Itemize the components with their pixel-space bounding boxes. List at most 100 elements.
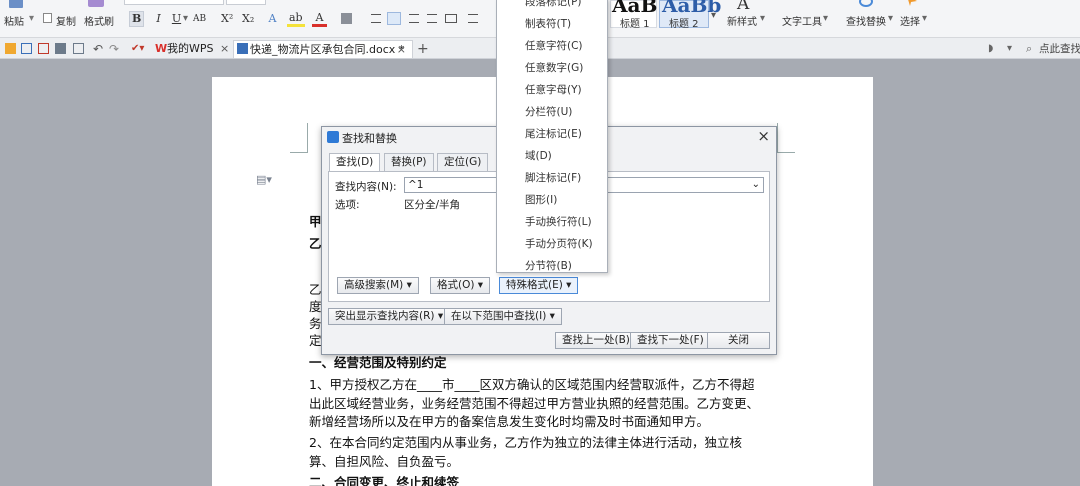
close-button[interactable]: 关闭 (707, 332, 770, 349)
brush-icon (88, 0, 104, 7)
menu-item-any-letter[interactable]: 任意字母(Y) (525, 82, 582, 97)
tab-document-close-icon[interactable]: × (397, 41, 406, 59)
underline-dropdown-icon[interactable]: ▾ (183, 13, 188, 24)
find-history-dropdown-icon[interactable]: ⌄ (752, 178, 760, 192)
menu-item-endnote-mark[interactable]: 尾注标记(E) (525, 126, 582, 141)
text-effect-button[interactable]: A (265, 11, 280, 27)
copy-button[interactable]: 复制 (56, 13, 76, 28)
menu-item-manual-line-break[interactable]: 手动换行符(L) (525, 214, 592, 229)
doc-paragraph-line: 1、甲方授权乙方在____市____区双方确认的区域范围内经营取派件，乙方不得超 (309, 377, 755, 392)
bold-button[interactable]: B (129, 11, 145, 27)
find-previous-button[interactable]: 查找上一处(B) (555, 332, 637, 349)
dialog-title: 查找和替换 (342, 132, 397, 145)
font-name-select[interactable] (124, 0, 224, 5)
open-folder-icon[interactable] (5, 43, 16, 54)
distribute-icon[interactable] (445, 14, 457, 23)
select-dropdown-icon[interactable]: ▾ (922, 13, 927, 24)
menu-item-column-break[interactable]: 分栏符(U) (525, 104, 572, 119)
options-label: 选项: (335, 199, 360, 211)
save-icon[interactable] (21, 43, 32, 54)
highlight-button[interactable]: ab (287, 11, 305, 27)
find-replace-icon[interactable] (859, 0, 873, 7)
dialog-close-icon[interactable]: × (757, 127, 770, 145)
find-replace-button[interactable]: 查找替换 (846, 13, 886, 28)
find-content-value: ^1 (408, 179, 424, 191)
menu-item-any-char[interactable]: 任意字符(C) (525, 38, 583, 53)
tab-document-label: 快递_物流片区承包合同.docx * (250, 43, 405, 56)
line-spacing-icon[interactable] (468, 14, 478, 23)
paste-icon[interactable] (9, 0, 23, 8)
menu-item-field[interactable]: 域(D) (525, 148, 552, 163)
styles-more-icon[interactable]: ▾ (711, 10, 716, 21)
special-format-menu: 段落标记(P) 制表符(T) 任意字符(C) 任意数字(G) 任意字母(Y) 分… (496, 0, 608, 273)
char-shading-icon[interactable] (341, 13, 352, 24)
style-heading2[interactable]: AaBb 标题 2 (659, 0, 721, 30)
justify-icon[interactable] (427, 14, 437, 23)
doc-paragraph-line: 算、自担风险、自负盈亏。 (309, 454, 460, 469)
find-in-range-button[interactable]: 在以下范围中查找(I) ▾ (444, 308, 562, 325)
add-tab-button[interactable]: + (414, 40, 429, 58)
new-style-dropdown-icon[interactable]: ▾ (760, 13, 765, 24)
doc-paragraph-line: 出此区域经营业务，业务经营范围不得超过甲方营业执照的经营范围。乙方变更、 (309, 396, 760, 411)
find-content-label: 查找内容(N): (335, 181, 397, 193)
doc-partial-line: 乙 (309, 236, 322, 251)
select-button[interactable]: 选择 (900, 13, 920, 28)
doc-paragraph-line: 新增经营场所以及在甲方的备案信息发生变化时均需及时书面通知甲方。 (309, 414, 710, 429)
tab-find[interactable]: 查找(D) (329, 153, 381, 172)
print-icon[interactable] (55, 43, 66, 54)
tab-my-wps-close-icon[interactable]: × (217, 40, 229, 58)
menu-item-manual-page-break[interactable]: 手动分页符(K) (525, 236, 593, 251)
find-next-button[interactable]: 查找下一处(F) (630, 332, 711, 349)
menu-item-any-digit[interactable]: 任意数字(G) (525, 60, 583, 75)
menu-item-section-break[interactable]: 分节符(B) (525, 258, 572, 273)
superscript-button[interactable]: X² (219, 11, 235, 27)
subscript-button[interactable]: X₂ (240, 11, 256, 27)
menu-item-footnote-mark[interactable]: 脚注标记(F) (525, 170, 581, 185)
paste-button[interactable]: 粘贴 (4, 13, 24, 28)
underline-button[interactable]: U (169, 11, 184, 27)
view-icon[interactable]: ◗ (985, 40, 993, 58)
menu-item-tab[interactable]: 制表符(T) (525, 16, 571, 31)
align-left-icon[interactable] (371, 14, 381, 23)
advanced-search-button[interactable]: 高级搜索(M) ▾ (337, 277, 419, 294)
format-painter-button[interactable]: 格式刷 (84, 13, 114, 28)
search-icon[interactable]: ⌕ (1023, 40, 1032, 58)
font-color-button[interactable]: A (312, 11, 327, 27)
paste-dropdown-icon[interactable]: ▾ (29, 13, 34, 24)
align-center-icon[interactable] (387, 12, 401, 25)
select-arrow-icon[interactable] (907, 0, 917, 6)
page-view-icon[interactable]: ▤▾ (256, 173, 272, 186)
strikethrough-button[interactable]: AB (191, 11, 208, 27)
align-right-icon[interactable] (409, 14, 419, 23)
italic-button[interactable]: I (151, 11, 166, 27)
margin-corner-mark-right (777, 123, 795, 153)
menu-item-paragraph-mark[interactable]: 段落标记(P) (525, 0, 582, 9)
share-icon[interactable]: ▾ (1004, 40, 1012, 58)
new-style-button[interactable]: 新样式 (727, 13, 757, 28)
copy-icon[interactable] (43, 13, 52, 23)
text-tools-dropdown-icon[interactable]: ▾ (823, 13, 828, 24)
style-heading1[interactable]: AaB 标题 1 (610, 0, 657, 30)
special-format-button[interactable]: 特殊格式(E) ▾ (499, 277, 579, 294)
document-file-icon (237, 43, 248, 54)
find-replace-dropdown-icon[interactable]: ▾ (888, 13, 893, 24)
export-pdf-icon[interactable] (38, 43, 49, 54)
tab-my-wps[interactable]: 我的WPS (164, 40, 214, 58)
margin-corner-mark (290, 123, 308, 153)
format-button[interactable]: 格式(O) ▾ (430, 277, 491, 294)
tab-replace[interactable]: 替换(P) (384, 153, 434, 171)
search-hint-text[interactable]: 点此查找 (1036, 40, 1080, 58)
tab-goto[interactable]: 定位(G) (437, 153, 489, 171)
font-size-select[interactable] (226, 0, 266, 5)
style-heading1-label: 标题 1 (620, 19, 650, 30)
menu-item-graphic[interactable]: 图形(I) (525, 192, 557, 207)
undo-icon[interactable]: ↶ (90, 40, 103, 58)
text-tools-button[interactable]: 文字工具 (782, 13, 822, 28)
print-preview-icon[interactable] (73, 43, 84, 54)
redo-icon[interactable]: ↷ (106, 40, 119, 58)
tab-document[interactable]: 快递_物流片区承包合同.docx * × (233, 40, 413, 58)
customize-toolbar-icon[interactable]: ✔▾ (128, 40, 144, 58)
highlight-found-button[interactable]: 突出显示查找内容(R) ▾ (328, 308, 451, 325)
style-heading2-label: 标题 2 (669, 19, 699, 30)
wps-writer-icon (327, 131, 339, 143)
